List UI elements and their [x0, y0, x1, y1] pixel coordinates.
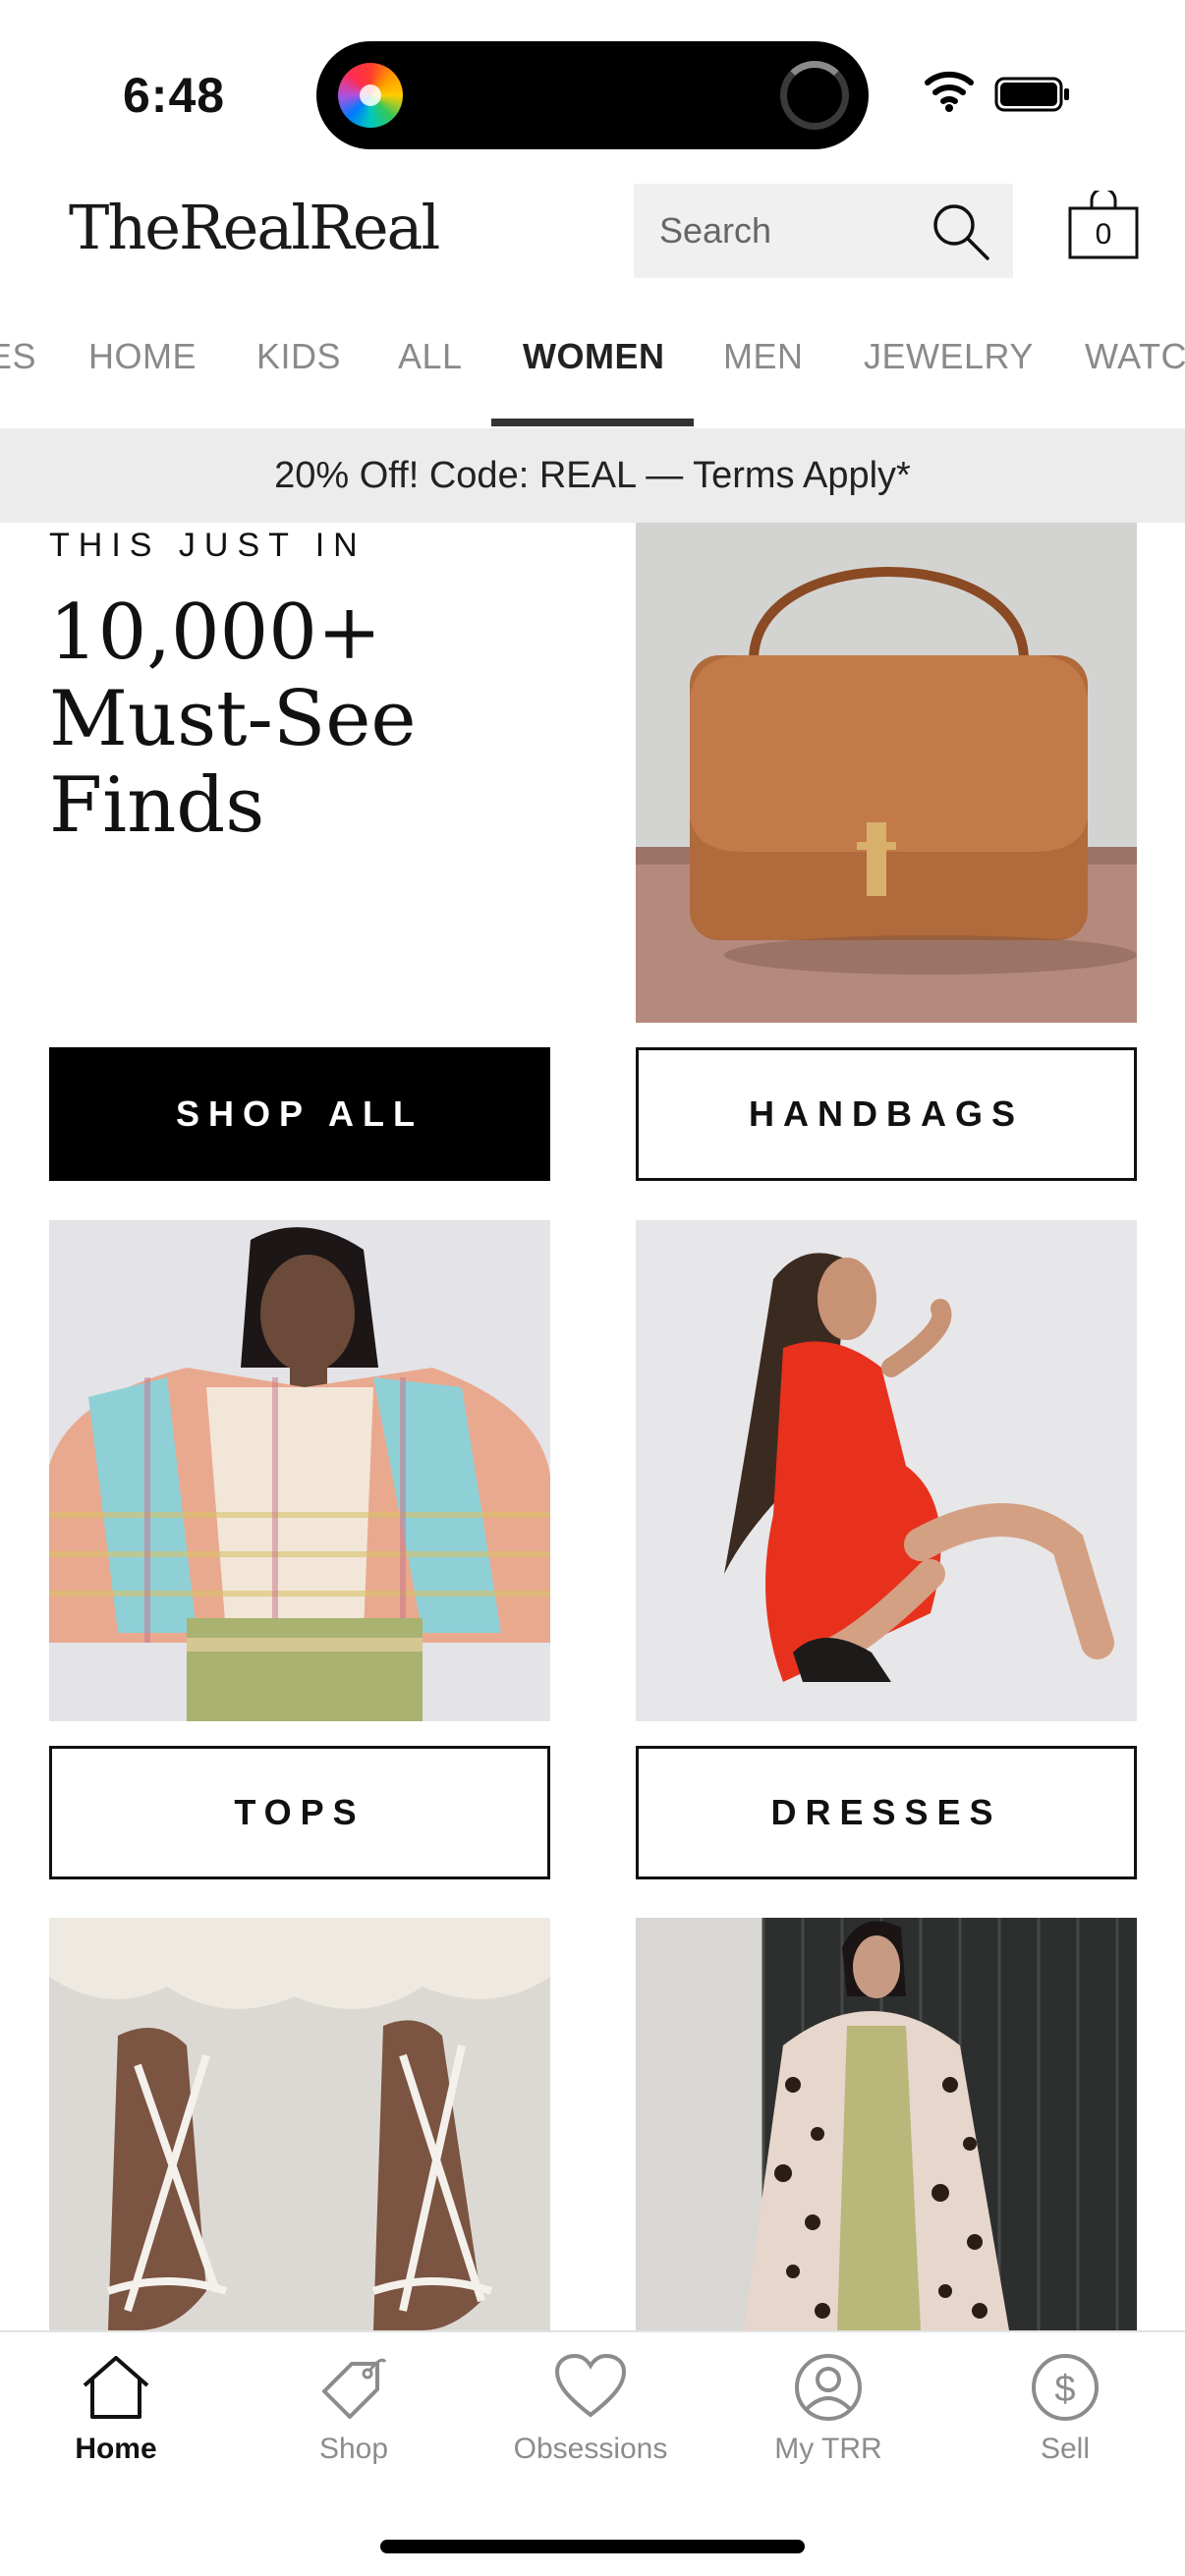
- status-time: 6:48: [123, 68, 226, 123]
- section-headline: 10,000+ Must-See Finds: [49, 588, 417, 850]
- dresses-button[interactable]: DRESSES: [636, 1746, 1137, 1879]
- section-eyebrow: THIS JUST IN: [49, 527, 367, 564]
- outerwear-image[interactable]: [636, 1918, 1137, 2330]
- search-bar[interactable]: [634, 184, 1013, 278]
- home-icon: [83, 2356, 149, 2419]
- nav-obsessions[interactable]: Obsessions: [492, 2352, 689, 2466]
- nav-my-trr-label: My TRR: [774, 2433, 882, 2465]
- loading-spinner-icon: [780, 61, 849, 130]
- tops-image[interactable]: [49, 1220, 550, 1721]
- handbags-image[interactable]: [636, 523, 1137, 1023]
- nav-home-label: Home: [75, 2433, 157, 2465]
- nav-sell-label: Sell: [1040, 2433, 1091, 2465]
- brand-logo[interactable]: TheRealReal: [69, 192, 440, 263]
- tab-kids[interactable]: KIDS: [256, 336, 341, 377]
- nav-sell[interactable]: $ Sell: [967, 2352, 1163, 2466]
- profile-icon: [795, 2354, 862, 2421]
- wifi-icon: [925, 71, 974, 112]
- photos-app-icon: [338, 63, 403, 128]
- home-indicator[interactable]: [380, 2540, 805, 2553]
- nav-my-trr[interactable]: My TRR: [730, 2352, 927, 2466]
- nav-home[interactable]: Home: [18, 2352, 214, 2466]
- shop-all-button[interactable]: SHOP ALL: [49, 1047, 550, 1181]
- nav-shop[interactable]: Shop: [255, 2352, 452, 2466]
- tag-icon: [322, 2358, 387, 2419]
- tops-button[interactable]: TOPS: [49, 1746, 550, 1879]
- tab-women[interactable]: WOMEN: [523, 336, 664, 377]
- tab-jewelry[interactable]: JEWELRY: [864, 336, 1034, 377]
- tab-men[interactable]: MEN: [723, 336, 804, 377]
- search-input[interactable]: [657, 184, 913, 278]
- tab-services[interactable]: ES: [0, 336, 36, 377]
- battery-icon: [994, 77, 1069, 112]
- nav-obsessions-label: Obsessions: [513, 2433, 668, 2465]
- svg-text:$: $: [1054, 2369, 1075, 2410]
- cart-count: 0: [1095, 218, 1112, 251]
- handbags-button[interactable]: HANDBAGS: [636, 1047, 1137, 1181]
- tab-all[interactable]: ALL: [398, 336, 463, 377]
- heart-icon: [554, 2353, 627, 2418]
- dresses-image[interactable]: [636, 1220, 1137, 1721]
- tab-watches[interactable]: WATCH: [1085, 336, 1185, 377]
- active-tab-indicator: [491, 419, 694, 426]
- shoes-image[interactable]: [49, 1918, 550, 2330]
- category-tabs: ES HOME KIDS ALL WOMEN MEN JEWELRY WATCH: [0, 324, 1185, 428]
- promo-banner[interactable]: 20% Off! Code: REAL — Terms Apply*: [0, 428, 1185, 523]
- dollar-icon: $: [1032, 2354, 1099, 2421]
- search-icon[interactable]: [929, 199, 993, 264]
- nav-shop-label: Shop: [318, 2433, 389, 2465]
- dynamic-island: [316, 41, 869, 149]
- tab-home[interactable]: HOME: [88, 336, 197, 377]
